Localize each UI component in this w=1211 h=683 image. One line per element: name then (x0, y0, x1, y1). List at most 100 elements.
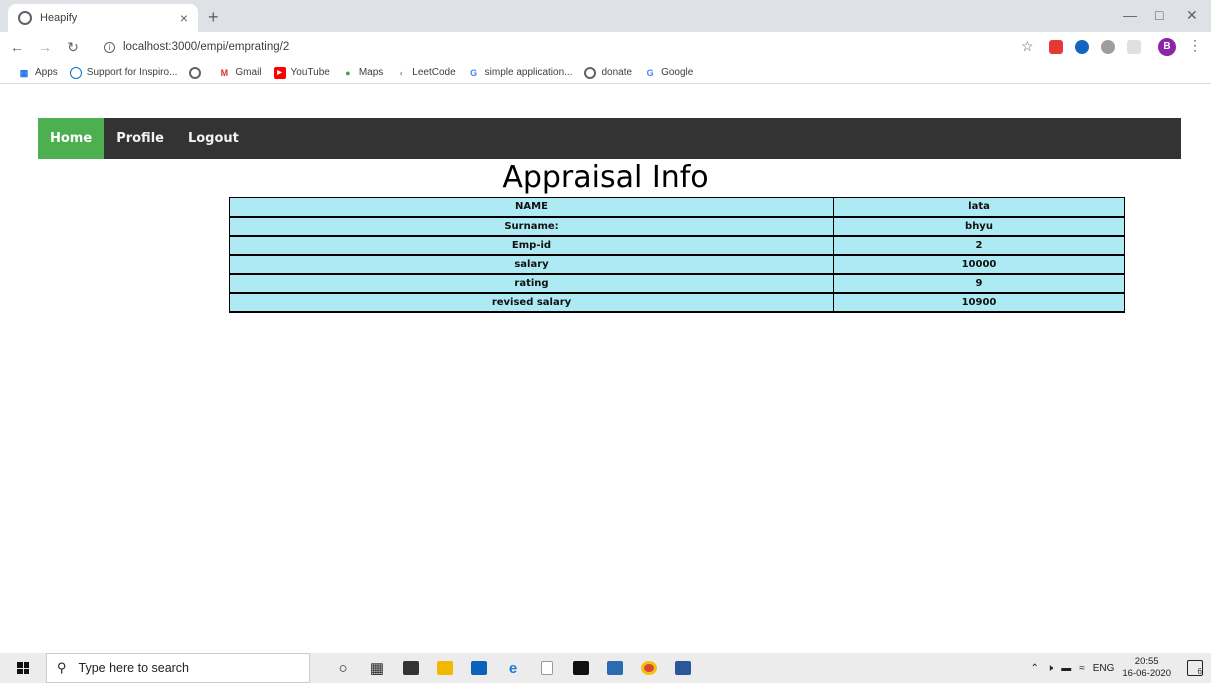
bookmark-label: Gmail (235, 67, 262, 78)
page-title: Appraisal Info (502, 160, 709, 195)
tab-strip: Heapify × + — □ ✕ (0, 0, 1211, 32)
row-label: rating (229, 273, 834, 294)
bookmark-label: simple application... (484, 67, 573, 78)
bookmark-gmail[interactable]: M Gmail (218, 67, 262, 79)
profile-avatar[interactable]: B (1158, 38, 1176, 56)
extension-icon[interactable] (1127, 40, 1141, 54)
table-row: salary 10000 (229, 254, 1125, 275)
reload-icon[interactable]: ↻ (62, 39, 84, 56)
bookmark-globe[interactable] (189, 66, 206, 79)
bookmark-label: YouTube (290, 67, 330, 78)
table-row: Surname: bhyu (229, 216, 1125, 237)
row-value: lata (833, 197, 1125, 218)
bookmark-donate[interactable]: donate (584, 66, 633, 79)
word-icon[interactable] (666, 653, 700, 683)
system-tray: ⌃ 🕨 ▬ ≈ ENG 20:55 16-06-2020 (1023, 653, 1171, 683)
task-view-icon[interactable]: ▦ (360, 653, 394, 683)
site-info-icon[interactable]: i (104, 41, 115, 53)
chrome-icon[interactable] (632, 653, 666, 683)
close-window-icon[interactable]: ✕ (1186, 7, 1198, 24)
tab-title: Heapify (40, 12, 78, 24)
row-value: bhyu (833, 216, 1125, 237)
cortana-icon[interactable]: ○ (326, 653, 360, 683)
youtube-icon: ▶ (273, 66, 286, 79)
table-row: Emp-id 2 (229, 235, 1125, 256)
bookmark-simple-application[interactable]: G simple application... (468, 67, 573, 79)
chevron-up-icon[interactable]: ⌃ (1031, 663, 1039, 674)
address-bar[interactable]: i localhost:3000/empi/emprating/2 (94, 35, 994, 59)
bookmark-label: donate (601, 67, 633, 78)
browser-menu-icon[interactable]: ⋮ (1188, 37, 1202, 54)
minimize-icon[interactable]: — (1123, 7, 1137, 23)
row-label: Surname: (229, 216, 834, 237)
bookmark-apps[interactable]: ▦ Apps (18, 67, 58, 79)
row-value: 2 (833, 235, 1125, 256)
maps-pin-icon: ● (345, 67, 351, 78)
table-row: NAME lata (229, 197, 1125, 218)
table-row: rating 9 (229, 273, 1125, 294)
site-navbar: Home Profile Logout (38, 118, 1181, 159)
row-value: 9 (833, 273, 1125, 294)
bookmark-support-inspiron[interactable]: Support for Inspiro... (69, 66, 178, 79)
forward-icon[interactable]: → (34, 39, 56, 55)
row-label: Emp-id (229, 235, 834, 256)
clock[interactable]: 20:55 16-06-2020 (1122, 656, 1171, 680)
new-tab-button[interactable]: + (208, 7, 219, 27)
maximize-icon[interactable]: □ (1155, 7, 1163, 23)
language-indicator[interactable]: ENG (1093, 663, 1115, 674)
row-label: revised salary (229, 292, 834, 313)
taskbar-search-box[interactable]: ⚲ Type here to search (46, 653, 310, 683)
bookmark-youtube[interactable]: ▶ YouTube (273, 66, 330, 79)
globe-icon (584, 66, 597, 79)
bookmark-label: Apps (35, 67, 58, 78)
extension-icon[interactable] (1101, 40, 1115, 54)
gmail-icon: M (220, 67, 229, 78)
mail-icon[interactable] (462, 653, 496, 683)
bookmark-leetcode[interactable]: ‹ LeetCode (395, 67, 456, 79)
bookmark-label: LeetCode (412, 67, 456, 78)
row-value: 10900 (833, 292, 1125, 313)
edge-icon[interactable]: e (496, 653, 530, 683)
bookmark-label: Support for Inspiro... (86, 67, 178, 78)
table-row: revised salary 10900 (229, 292, 1125, 313)
bookmark-maps[interactable]: ● Maps (342, 67, 383, 79)
file-explorer-icon[interactable] (428, 653, 462, 683)
close-tab-icon[interactable]: × (180, 10, 188, 26)
battery-icon[interactable]: ▬ (1061, 663, 1071, 674)
bookmark-google[interactable]: G Google (644, 67, 694, 79)
browser-tab[interactable]: Heapify × (8, 4, 198, 32)
document-icon[interactable] (530, 653, 564, 683)
row-value: 10000 (833, 254, 1125, 275)
row-label: salary (229, 254, 834, 275)
terminal-icon[interactable] (564, 653, 598, 683)
store-icon[interactable] (394, 653, 428, 683)
bookmark-star-icon[interactable]: ☆ (1021, 38, 1034, 55)
nav-logout-link[interactable]: Logout (176, 118, 251, 159)
url-text: localhost:3000/empi/emprating/2 (123, 41, 290, 53)
dell-icon (69, 66, 82, 79)
globe-icon (18, 11, 32, 25)
speaker-muted-icon[interactable]: 🕨 (1047, 663, 1053, 674)
app-icon[interactable] (598, 653, 632, 683)
google-g-icon: G (470, 67, 478, 78)
globe-icon (189, 66, 202, 79)
search-placeholder: Type here to search (78, 661, 190, 675)
google-g-icon: G (646, 67, 654, 78)
nav-profile-link[interactable]: Profile (104, 118, 176, 159)
leetcode-icon: ‹ (399, 67, 403, 78)
notification-center-icon[interactable]: 6 (1187, 660, 1203, 676)
start-button[interactable] (0, 653, 46, 683)
bookmarks-bar: ▦ Apps Support for Inspiro... M Gmail ▶ … (0, 62, 1211, 84)
appraisal-table: NAME lata Surname: bhyu Emp-id 2 salary … (229, 197, 1125, 313)
windows-logo-icon (17, 662, 29, 674)
ublock-extension-icon[interactable] (1049, 40, 1063, 54)
row-label: NAME (229, 197, 834, 218)
back-icon[interactable]: ← (6, 39, 28, 55)
nav-home-link[interactable]: Home (38, 118, 105, 159)
wifi-icon[interactable]: ≈ (1079, 663, 1085, 674)
clock-date: 16-06-2020 (1122, 668, 1171, 679)
bookmark-label: Google (661, 67, 694, 78)
clock-time: 20:55 (1134, 656, 1159, 667)
notification-count: 6 (1197, 667, 1202, 676)
extension-icon[interactable] (1075, 40, 1089, 54)
